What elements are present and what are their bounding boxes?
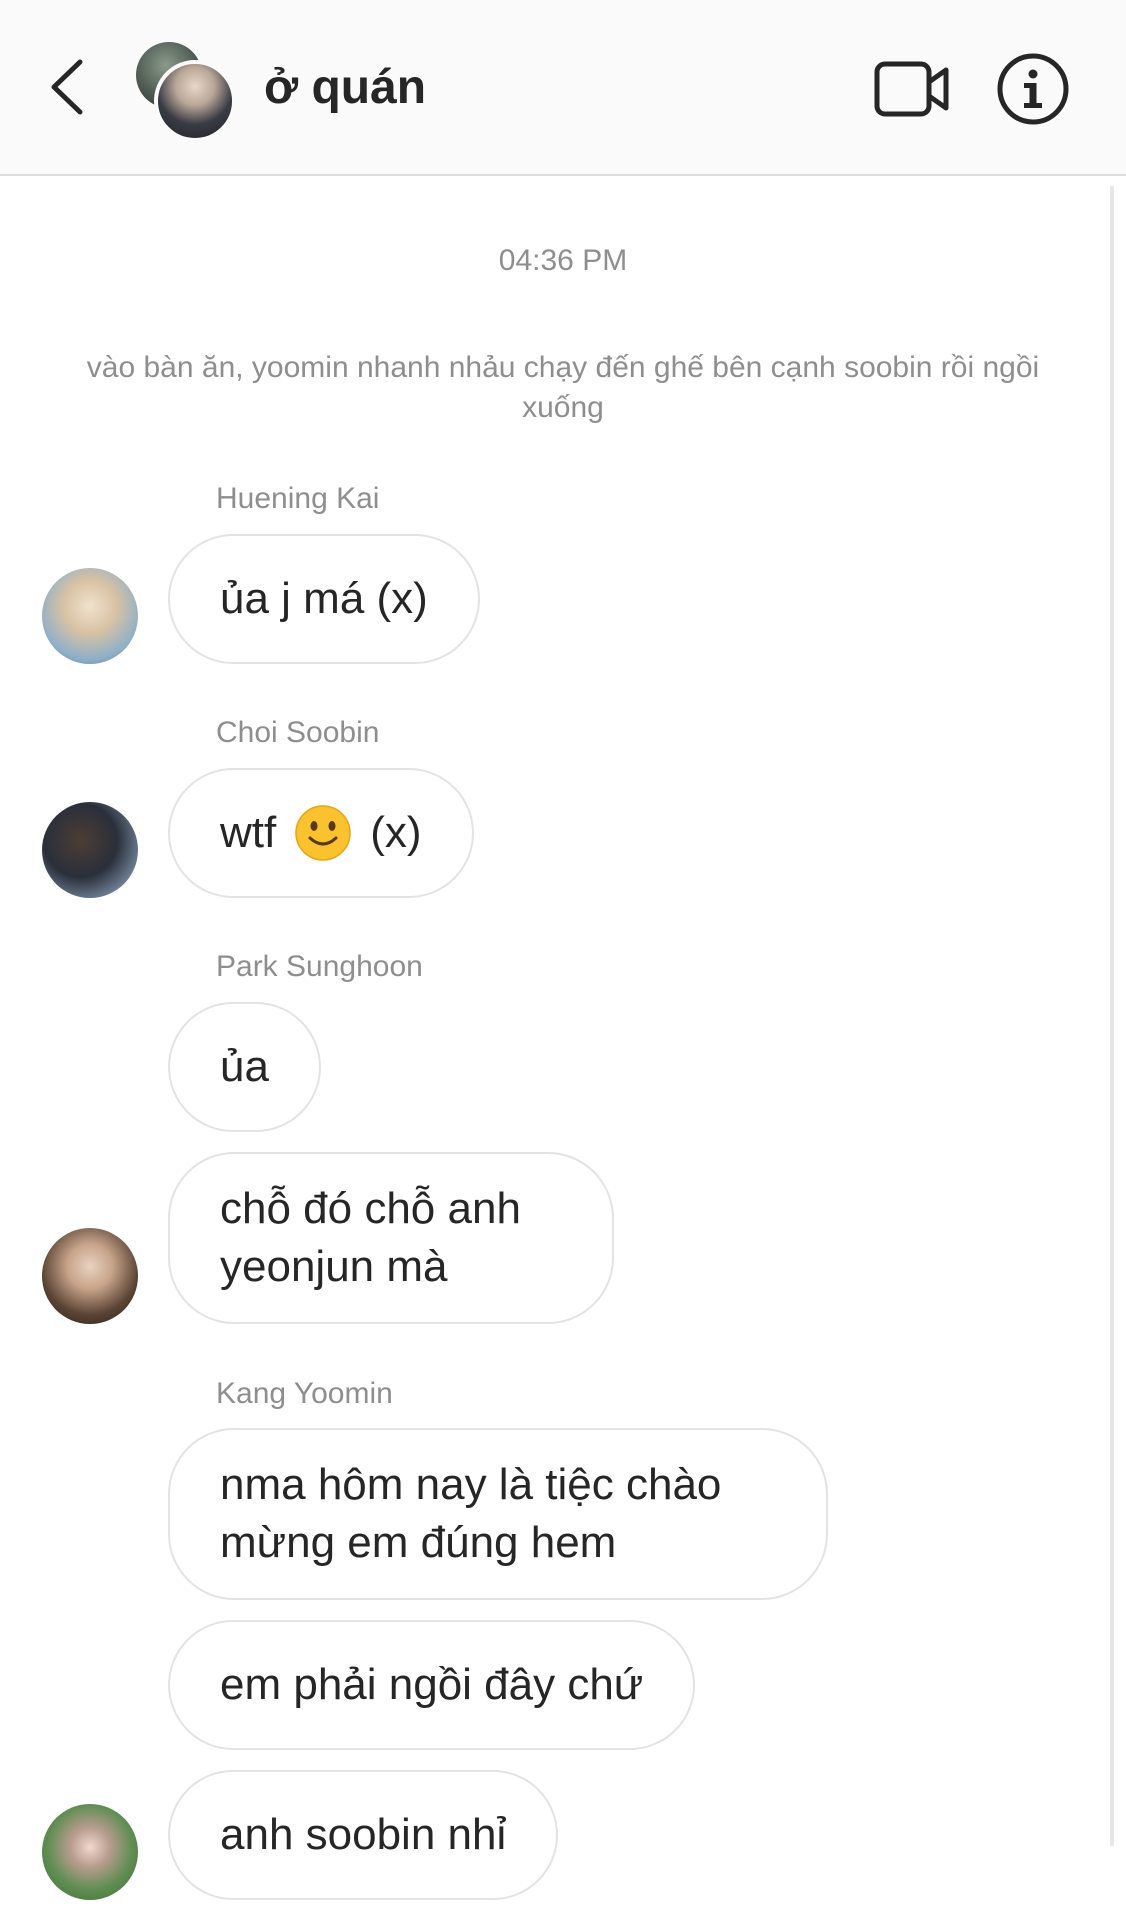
sender-name: Choi Soobin — [216, 716, 380, 749]
message-text: anh soobin nhỉ — [220, 1810, 507, 1859]
message-bubble[interactable]: ủa — [168, 1002, 321, 1132]
sender-name: Kang Yoomin — [216, 1377, 393, 1410]
message-bubble[interactable]: ủa j má (x) — [168, 534, 480, 664]
slightly-smiling-face-emoji — [295, 805, 351, 861]
avatar[interactable] — [42, 802, 138, 898]
video-call-button[interactable] — [874, 58, 950, 120]
message-timestamp: 04:36 PM — [498, 244, 628, 277]
message-text: chỗ đó chỗ anh yeonjun mà — [220, 1184, 521, 1291]
narration-text: vào bàn ăn, yoomin nhanh nhảu chạy đến g… — [86, 351, 1040, 424]
message-text: ủa — [220, 1042, 269, 1091]
group-avatar[interactable] — [136, 42, 236, 142]
chevron-left-icon — [51, 59, 83, 115]
message-text: nma hôm nay là tiệc chào mừng em đúng he… — [220, 1460, 722, 1567]
message-text: wtf — [220, 808, 277, 857]
avatar[interactable] — [42, 1228, 138, 1324]
message-text: ủa j má (x) — [220, 574, 428, 623]
info-button[interactable] — [996, 52, 1070, 126]
avatar[interactable] — [42, 1804, 138, 1900]
video-camera-icon — [874, 61, 949, 117]
message-bubble[interactable]: anh soobin nhỉ — [168, 1770, 559, 1900]
message-bubble[interactable]: nma hôm nay là tiệc chào mừng em đúng he… — [168, 1428, 828, 1600]
message-bubble[interactable]: chỗ đó chỗ anh yeonjun mà — [168, 1152, 614, 1324]
group-avatar-front — [154, 60, 236, 142]
info-icon — [997, 53, 1069, 125]
message-bubble[interactable]: wtf (x) — [168, 768, 474, 898]
chat-header: ở quán — [0, 0, 1126, 176]
scrollbar[interactable] — [1110, 186, 1114, 1846]
sender-name: Park Sunghoon — [216, 950, 423, 983]
back-button[interactable] — [44, 56, 90, 118]
avatar[interactable] — [42, 568, 138, 664]
sender-name: Huening Kai — [216, 482, 380, 515]
message-bubble[interactable]: em phải ngồi đây chứ — [168, 1620, 696, 1750]
chat-title[interactable]: ở quán — [264, 60, 426, 115]
message-text: (x) — [370, 808, 422, 857]
message-text: em phải ngồi đây chứ — [220, 1660, 644, 1709]
